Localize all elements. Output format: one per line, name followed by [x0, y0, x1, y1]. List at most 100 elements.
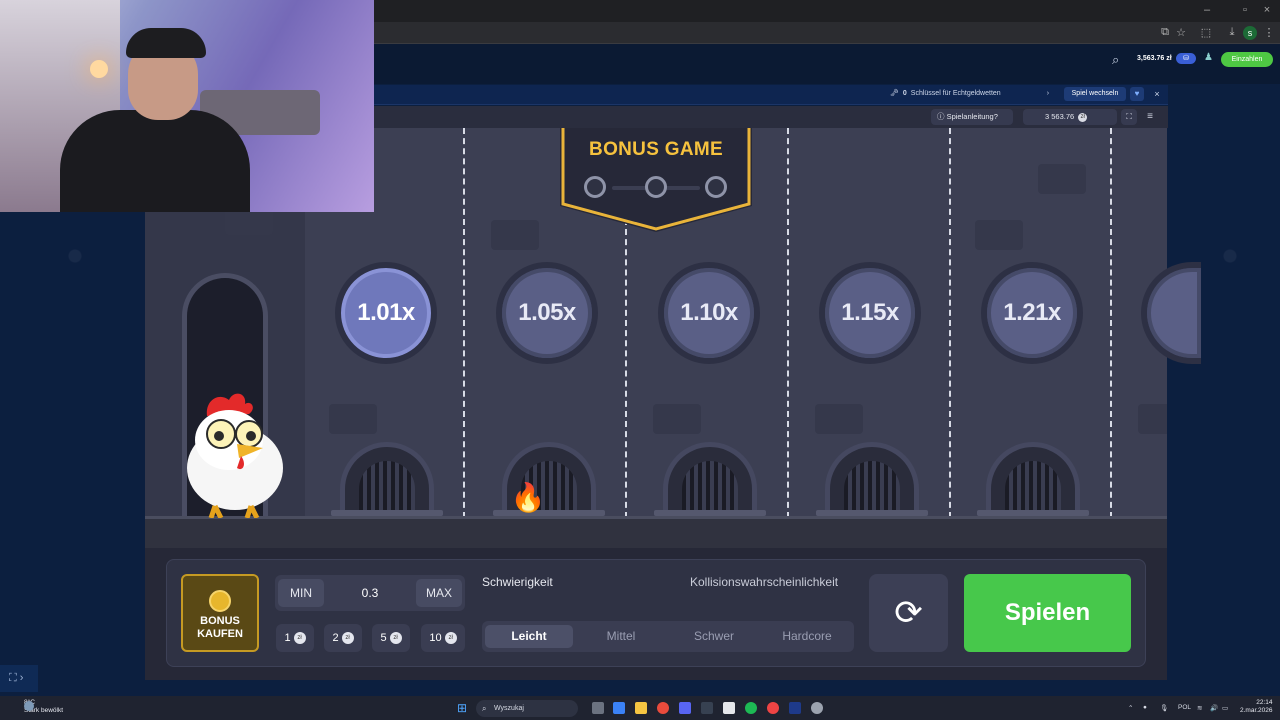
collision-probability-label: Kollisionswahrscheinlichkeit: [690, 575, 839, 589]
bonus-progress-dot: [705, 176, 727, 198]
extensions-icon[interactable]: ⬚: [1199, 26, 1213, 39]
coin-icon: [209, 590, 231, 612]
taskbar-clock[interactable]: 22:14 2.mar.2026: [1240, 699, 1273, 715]
difficulty-option-schwer[interactable]: Schwer: [670, 625, 758, 648]
multiplier-lane-2[interactable]: 1.05x: [496, 262, 598, 364]
browser-menu-icon[interactable]: ⋮: [1262, 26, 1276, 39]
key-info[interactable]: 🗝 0 Schlüssel für Echtgeldwetten ›: [890, 89, 1049, 97]
fire-icon: 🔥: [510, 482, 546, 513]
quick-bet-chip-1[interactable]: 1 zł: [276, 624, 314, 652]
deposit-button[interactable]: Einzahlen: [1221, 52, 1273, 67]
multiplier-lane-5[interactable]: 1.21x: [981, 262, 1083, 364]
spotify-icon[interactable]: [745, 702, 757, 714]
play-button[interactable]: Spielen: [964, 574, 1131, 652]
difficulty-option-mittel[interactable]: Mittel: [577, 625, 665, 648]
multiplier-lane-1[interactable]: 1.01x: [335, 262, 437, 364]
multiplier-value: 1.01x: [357, 299, 415, 326]
currency-icon: zł: [341, 632, 354, 645]
multiplier-lane-4[interactable]: 1.15x: [819, 262, 921, 364]
file-explorer-icon[interactable]: [635, 702, 647, 714]
close-window-icon[interactable]: ×: [1258, 4, 1276, 16]
windows-start-icon[interactable]: ⊞: [457, 702, 469, 714]
wall-brick: [1038, 164, 1086, 194]
taskbar-search-placeholder: Wyszukaj: [494, 705, 524, 712]
app-icon[interactable]: [723, 702, 735, 714]
user-icon[interactable]: ♟: [1204, 52, 1216, 66]
terminal-icon[interactable]: [701, 702, 713, 714]
expand-icon[interactable]: ⛶ ›: [0, 665, 38, 692]
key-icon: 🗝: [890, 90, 899, 97]
header-balance[interactable]: 3,563.76 zł: [1137, 55, 1172, 62]
currency-icon: zł: [1078, 112, 1088, 122]
chip-value: 10: [429, 632, 442, 644]
multiplier-value: 1.05x: [518, 299, 576, 326]
bet-min-button[interactable]: MIN: [278, 579, 324, 607]
favorite-heart-icon[interactable]: ♥: [1130, 87, 1144, 101]
copilot-icon[interactable]: [613, 702, 625, 714]
profile-avatar[interactable]: s: [1243, 26, 1257, 40]
settings-gear-icon[interactable]: [811, 702, 823, 714]
difficulty-option-leicht[interactable]: Leicht: [485, 625, 573, 648]
currency-icon: zł: [444, 632, 457, 645]
volume-icon[interactable]: 🔊: [1210, 704, 1218, 712]
minimize-icon[interactable]: –: [1198, 4, 1216, 16]
search-icon[interactable]: ⌕: [1112, 52, 1119, 68]
battery-icon[interactable]: ▭: [1222, 704, 1228, 712]
bonus-game-title: BONUS GAME: [589, 139, 723, 160]
currency-icon: zł: [389, 632, 402, 645]
tray-chevron-icon[interactable]: ⌃: [1128, 704, 1133, 712]
info-icon: ⓘ: [937, 112, 947, 121]
quick-bet-chip-5[interactable]: 5 zł: [372, 624, 410, 652]
multiplier-value: 1.10x: [680, 299, 738, 326]
obs-icon[interactable]: [767, 702, 779, 714]
currency-icon: zł: [293, 632, 306, 645]
key-count: 0: [902, 90, 907, 97]
wall-brick: [1138, 404, 1167, 434]
bonus-buy-button[interactable]: BONUS KAUFEN: [181, 574, 259, 652]
task-view-icon[interactable]: [592, 702, 604, 714]
bet-max-button[interactable]: MAX: [416, 579, 462, 607]
download-icon[interactable]: ⤓: [1225, 26, 1239, 39]
chicken-character: [187, 393, 283, 518]
webcam-overlay: [0, 0, 374, 212]
key-text: Schlüssel für Echtgeldwetten: [910, 90, 1001, 97]
lane-divider: [949, 128, 951, 518]
tray-app-icon[interactable]: ●: [1143, 704, 1147, 711]
chip-value: 1: [284, 632, 291, 644]
microphone-icon[interactable]: 🎙: [1160, 704, 1168, 712]
autoplay-refresh-icon[interactable]: ⟳: [869, 574, 948, 652]
switch-game-button[interactable]: Spiel wechseln: [1064, 87, 1126, 101]
help-button[interactable]: ⓘ Spielanleitung?: [931, 109, 1013, 125]
chrome-icon[interactable]: [657, 702, 669, 714]
fullscreen-icon[interactable]: ⛶: [1121, 109, 1137, 125]
language-indicator[interactable]: POL: [1178, 704, 1191, 711]
chip-value: 5: [380, 632, 387, 644]
steam-icon[interactable]: [789, 702, 801, 714]
chevron-right-icon: ›: [1046, 90, 1050, 97]
difficulty-option-hardcore[interactable]: Hardcore: [763, 625, 851, 648]
bonus-buy-label: BONUS KAUFEN: [197, 615, 243, 640]
taskbar-search[interactable]: ⌕ Wyszukaj: [476, 700, 578, 717]
maximize-icon[interactable]: ▫: [1236, 4, 1254, 16]
clock-date: 2.mar.2026: [1240, 707, 1273, 714]
lane-divider: [1110, 128, 1112, 518]
street-floor: [145, 516, 1167, 548]
discord-icon[interactable]: [679, 702, 691, 714]
hamburger-menu-icon[interactable]: ≡: [1142, 109, 1158, 125]
quick-bet-chip-10[interactable]: 10 zł: [421, 624, 465, 652]
wifi-icon[interactable]: ≋: [1197, 704, 1202, 712]
chip-value: 2: [332, 632, 339, 644]
quick-bet-chip-2[interactable]: 2 zł: [324, 624, 362, 652]
search-icon: ⌕: [482, 704, 487, 713]
bet-amount-input[interactable]: 0.3: [330, 579, 410, 607]
weather-widget[interactable]: 8°C Stark bewölkt: [8, 699, 63, 715]
currency-dropdown[interactable]: ⛁: [1176, 53, 1196, 64]
close-game-icon[interactable]: ×: [1150, 87, 1164, 101]
wall-brick: [491, 220, 539, 250]
bookmark-star-icon[interactable]: ☆: [1174, 26, 1188, 39]
multiplier-lane-3[interactable]: 1.10x: [658, 262, 760, 364]
multiplier-value: 1.15x: [841, 299, 899, 326]
install-icon[interactable]: ⧉: [1158, 26, 1172, 39]
webcam-lamp: [90, 60, 108, 78]
help-label: Spielanleitung?: [946, 112, 998, 121]
